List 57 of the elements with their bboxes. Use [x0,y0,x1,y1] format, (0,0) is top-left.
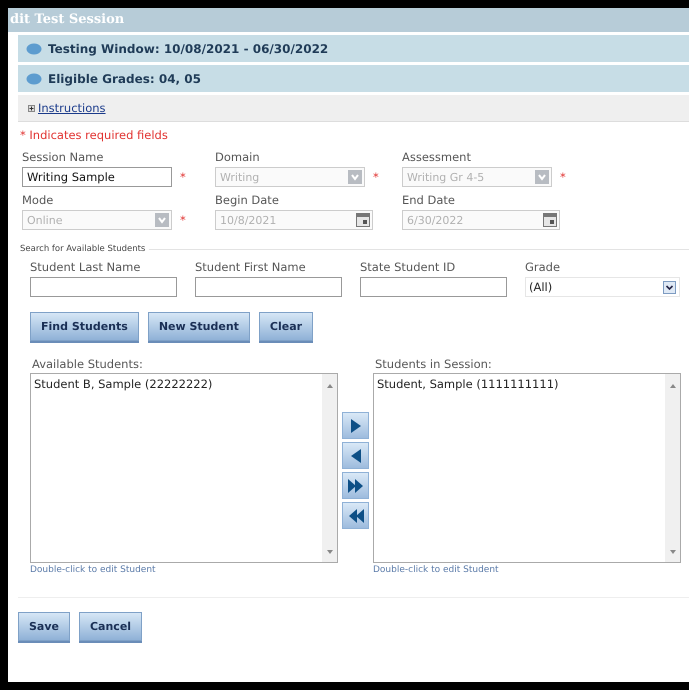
field-label: End Date [402,193,456,207]
window-title: dit Test Session [8,8,689,32]
move-all-right-button[interactable] [342,472,369,499]
field-label: Session Name [22,150,104,164]
action-button[interactable]: New Student [148,312,250,341]
caret-icon [155,213,169,227]
field-label: Student First Name [195,260,307,274]
grade-dropdown[interactable]: (All) [525,277,680,297]
required-asterisk: * [560,170,566,184]
student-listbox[interactable]: Student B, Sample (22222222) [30,373,338,563]
field-label: Student Last Name [30,260,142,274]
list-item[interactable]: Student B, Sample (22222222) [34,377,319,391]
caret-icon [535,170,549,184]
move-right-button[interactable] [342,412,369,439]
scroll-up-icon[interactable] [326,384,332,388]
list-item[interactable]: Student, Sample (1111111111) [377,377,662,391]
field-label: Mode [22,193,54,207]
student-listbox[interactable]: Student, Sample (1111111111) [373,373,681,563]
required-asterisk: * [180,213,186,227]
speech-bubble-icon [26,72,42,84]
info-text: Testing Window: 10/08/2021 - 06/30/2022 [48,42,328,56]
expand-icon[interactable] [28,104,35,112]
calendar-icon [356,213,370,227]
footer-button[interactable]: Cancel [78,612,142,641]
scroll-down-icon[interactable] [326,550,332,554]
scroll-down-icon[interactable] [670,550,676,554]
footer-button[interactable]: Save [18,612,70,641]
caret-icon [663,280,676,294]
field-label: Domain [215,150,261,164]
calendar-icon [543,213,557,227]
scrollbar[interactable] [665,374,680,562]
caret-icon [348,170,362,184]
move-left-button[interactable] [342,442,369,469]
search-legend: Search for Available Students [20,244,146,254]
action-button[interactable]: Find Students [30,312,139,341]
required-asterisk: * [180,170,186,184]
scroll-up-icon[interactable] [670,384,676,388]
scrollbar[interactable] [322,374,337,562]
move-all-left-button[interactable] [342,502,369,529]
action-button[interactable]: Clear [258,312,314,341]
field-label: Grade [525,260,562,274]
info-text: Eligible Grades: 04, 05 [48,72,201,86]
text-field[interactable]: Writing Sample [22,167,172,187]
required-note: * Indicates required fields [20,128,169,142]
text-field[interactable] [195,277,342,297]
field-label: Assessment [402,150,472,164]
field-label: Begin Date [215,193,280,207]
hint-text: Double-click to edit Student [373,565,500,575]
text-field[interactable] [30,277,177,297]
instructions-link[interactable]: Instructions [38,101,106,115]
speech-bubble-icon [26,42,42,54]
list-label: Available Students: [32,357,144,371]
required-asterisk: * [373,170,379,184]
list-label: Students in Session: [375,357,493,371]
hint-text: Double-click to edit Student [30,565,157,575]
field-label: State Student ID [360,260,456,274]
text-field[interactable] [360,277,507,297]
